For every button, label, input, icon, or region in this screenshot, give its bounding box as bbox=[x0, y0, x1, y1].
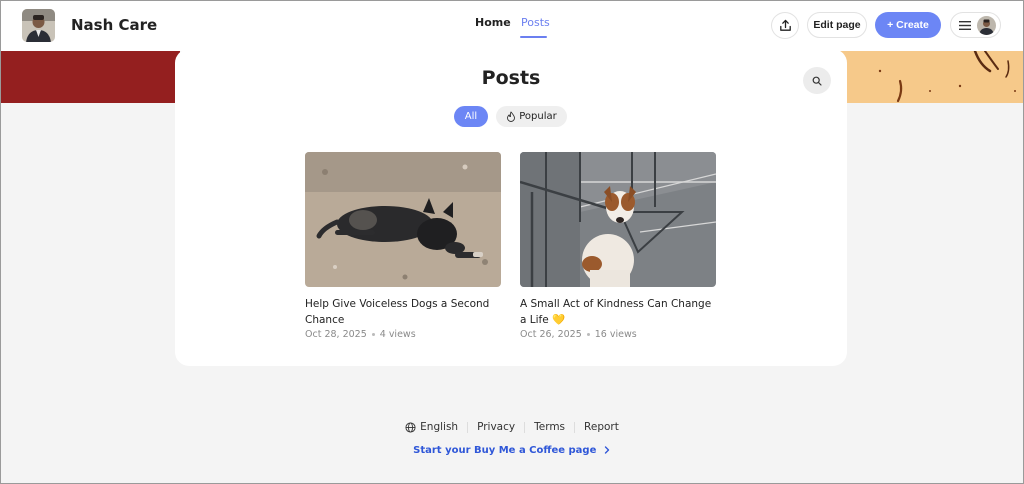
edit-page-button[interactable]: Edit page bbox=[807, 12, 867, 38]
cover-image-left bbox=[0, 51, 180, 103]
meta-separator bbox=[586, 333, 590, 336]
footer-divider bbox=[467, 421, 469, 433]
create-button[interactable]: + Create bbox=[875, 12, 941, 38]
filter-popular-label: Popular bbox=[519, 111, 557, 122]
post-date: Oct 28, 2025 bbox=[305, 329, 367, 340]
privacy-link[interactable]: Privacy bbox=[477, 421, 515, 433]
posts-card: Posts All Popular Help Give Voiceless Do… bbox=[175, 49, 847, 366]
footer-divider bbox=[574, 421, 576, 433]
post-thumbnail[interactable] bbox=[520, 152, 716, 287]
top-header: Nash Care Home Posts Edit page + Create bbox=[0, 0, 1024, 51]
start-page-link[interactable]: Start your Buy Me a Coffee page bbox=[0, 445, 1024, 456]
creator-name[interactable]: Nash Care bbox=[71, 16, 157, 34]
footer-divider bbox=[524, 421, 526, 433]
account-menu-button[interactable] bbox=[950, 12, 1001, 38]
hamburger-menu-icon bbox=[959, 21, 971, 30]
post-card[interactable]: Help Give Voiceless Dogs a Second Chance… bbox=[305, 152, 501, 340]
creator-avatar[interactable] bbox=[22, 9, 55, 42]
page-title: Posts bbox=[481, 67, 541, 89]
footer-links: English Privacy Terms Report bbox=[0, 421, 1024, 433]
filter-popular[interactable]: Popular bbox=[496, 106, 567, 127]
user-avatar bbox=[977, 16, 996, 35]
share-button[interactable] bbox=[771, 12, 799, 39]
nav-home[interactable]: Home bbox=[475, 16, 511, 29]
start-page-label: Start your Buy Me a Coffee page bbox=[413, 445, 597, 456]
language-label: English bbox=[420, 421, 459, 433]
meta-separator bbox=[371, 333, 375, 336]
post-views: 4 views bbox=[379, 329, 416, 340]
post-meta: Oct 26, 2025 16 views bbox=[520, 329, 716, 340]
post-meta: Oct 28, 2025 4 views bbox=[305, 329, 501, 340]
cover-image-right bbox=[840, 51, 1024, 103]
report-link[interactable]: Report bbox=[584, 421, 619, 433]
post-card[interactable]: A Small Act of Kindness Can Change a Lif… bbox=[520, 152, 716, 340]
nav-posts[interactable]: Posts bbox=[521, 16, 550, 29]
filter-all[interactable]: All bbox=[454, 106, 488, 127]
flame-icon bbox=[507, 111, 516, 122]
post-title[interactable]: A Small Act of Kindness Can Change a Lif… bbox=[520, 296, 716, 328]
terms-link[interactable]: Terms bbox=[534, 421, 565, 433]
post-thumbnail[interactable] bbox=[305, 152, 501, 287]
globe-icon bbox=[405, 421, 416, 433]
nav-active-indicator bbox=[520, 36, 547, 38]
post-title[interactable]: Help Give Voiceless Dogs a Second Chance bbox=[305, 296, 501, 328]
chevron-right-icon bbox=[604, 446, 610, 454]
post-date: Oct 26, 2025 bbox=[520, 329, 582, 340]
search-icon bbox=[812, 76, 822, 86]
language-selector[interactable]: English bbox=[405, 421, 458, 433]
share-upload-icon bbox=[779, 19, 791, 31]
search-button[interactable] bbox=[803, 67, 831, 94]
post-views: 16 views bbox=[594, 329, 637, 340]
